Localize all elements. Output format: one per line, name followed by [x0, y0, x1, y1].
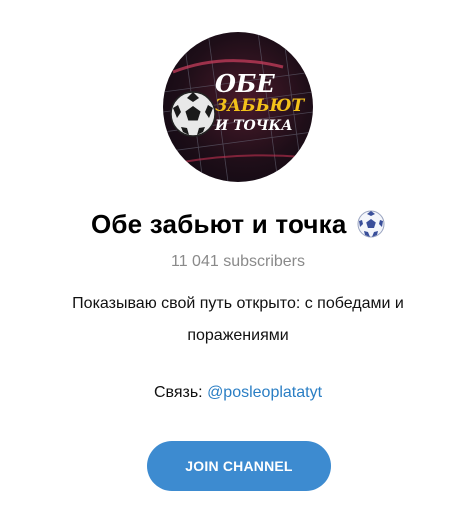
join-channel-button[interactable]: JOIN CHANNEL [147, 441, 331, 491]
channel-description: Показываю свой путь открыто: с победами … [72, 295, 404, 344]
contact-line: Связь: @posleoplatatyt [0, 384, 476, 402]
channel-title: Обе забьют и точка [90, 209, 347, 239]
logo-line-1: ОБЕ [215, 69, 275, 98]
logo-text: ОБЕ ЗАБЬЮТ И ТОЧКА [215, 69, 307, 134]
logo-line-3: И ТОЧКА [215, 118, 293, 134]
channel-preview: ОБЕ ЗАБЬЮТ И ТОЧКА Обе забьют и точка 11… [0, 0, 476, 511]
contact-link[interactable]: @posleoplatatyt [207, 384, 322, 401]
logo-line-2: ЗАБЬЮТ [215, 96, 305, 116]
channel-title-row: Обе забьют и точка [0, 205, 476, 243]
contact-label: Связь: [153, 384, 208, 401]
subscriber-count: 11 041 subscribers [171, 253, 305, 270]
channel-avatar[interactable]: ОБЕ ЗАБЬЮТ И ТОЧКА [163, 32, 313, 182]
soccer-ball-icon [357, 210, 385, 238]
